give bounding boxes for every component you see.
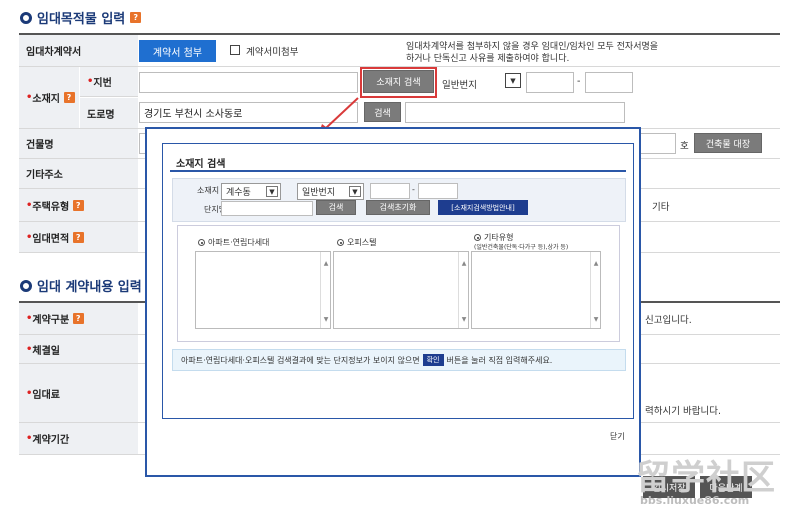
confirm-button[interactable]: 확인 — [422, 354, 444, 366]
modal-note: 아파트·연립다세대·오피스텔 검색결과에 맞는 단지정보가 보이지 않으면 확인… — [172, 349, 626, 371]
modal-title: 소재지 검색 — [176, 159, 226, 170]
other-type-description: (일반건축물(단독·다가구 등),상가 등) — [474, 244, 569, 251]
dash-separator: - — [412, 185, 415, 194]
scrollbar[interactable]: ▲ ▼ — [590, 252, 600, 328]
radio-icon — [474, 234, 481, 241]
modal-location-select[interactable]: 계수동 ▼ — [221, 183, 281, 200]
chevron-down-icon: ▼ — [266, 186, 278, 197]
scroll-down-icon[interactable]: ▼ — [591, 314, 601, 324]
radio-officetel[interactable]: 오피스텔 — [337, 237, 376, 248]
radio-icon — [337, 239, 344, 246]
modal-sub-number[interactable] — [418, 183, 458, 199]
modal-search-button[interactable]: 검색 — [316, 200, 356, 215]
modal-main-number[interactable] — [370, 183, 410, 199]
scroll-up-icon[interactable]: ▲ — [591, 258, 601, 268]
scroll-down-icon[interactable]: ▼ — [459, 314, 469, 324]
other-type-list[interactable]: ▲ ▼ — [471, 251, 601, 329]
radio-icon — [198, 239, 205, 246]
scroll-up-icon[interactable]: ▲ — [321, 258, 331, 268]
scrollbar[interactable]: ▲ ▼ — [320, 252, 330, 328]
officetel-list[interactable]: ▲ ▼ — [333, 251, 469, 329]
scroll-down-icon[interactable]: ▼ — [321, 314, 331, 324]
modal-guide-button[interactable]: [소재지검색방법안내] — [438, 200, 528, 215]
modal-jibun-type-select[interactable]: 일반번지 ▼ — [297, 183, 364, 200]
chevron-down-icon: ▼ — [349, 186, 361, 197]
modal-close-link[interactable]: 닫기 — [610, 431, 625, 442]
watermark-logo: 留学社区 — [636, 458, 776, 498]
radio-apartment[interactable]: 아파트·연립다세대 — [198, 237, 269, 248]
modal-reset-button[interactable]: 검색초기화 — [366, 200, 430, 215]
modal-complex-input[interactable] — [221, 201, 313, 216]
watermark-url: bbs.liuxue86.com — [640, 494, 750, 507]
scroll-up-icon[interactable]: ▲ — [459, 258, 469, 268]
apartment-list[interactable]: ▲ ▼ — [195, 251, 331, 329]
scrollbar[interactable]: ▲ ▼ — [458, 252, 468, 328]
